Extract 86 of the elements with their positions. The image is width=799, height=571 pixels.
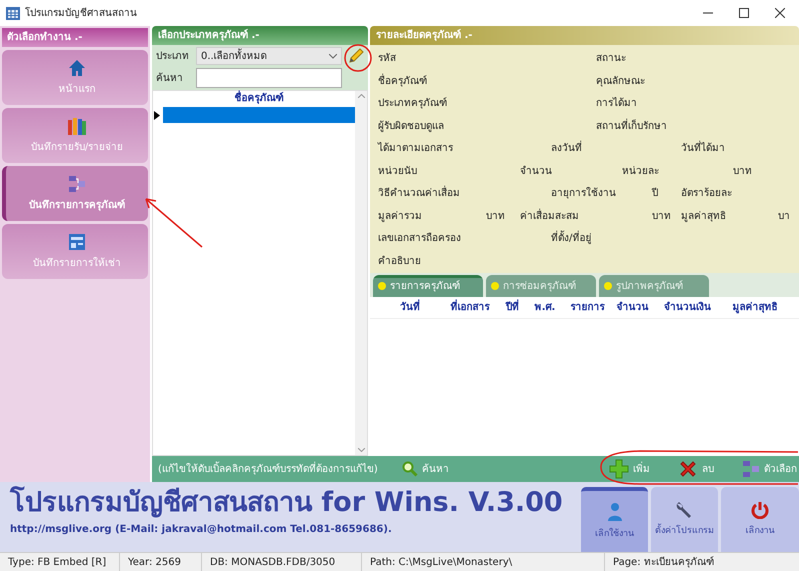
plus-icon <box>609 459 629 479</box>
tab[interactable]: รายการครุภัณฑ์ <box>373 275 483 297</box>
field-label: ลงวันที่ <box>551 141 582 156</box>
wrench-icon <box>676 500 694 519</box>
field-label: อายุการใช้งาน <box>551 186 616 201</box>
hint-text: (แก้ไขให้ดับเบิ้ลคลิกครุภัณฑ์บรรทัดที่ต้องการแก้ไข) <box>158 462 378 476</box>
field-label: สถานที่เก็บรักษา <box>596 118 667 134</box>
field-label: มูลค่ารวม <box>378 210 422 224</box>
field-label: คุณลักษณะ <box>596 74 645 88</box>
sidebar-item[interactable]: บันทึกรายการให้เช่า <box>2 224 148 279</box>
footer-button[interactable]: เลิกใช้งาน <box>581 487 648 552</box>
field-label: บา <box>778 210 790 224</box>
caret-icon <box>329 54 337 58</box>
column-header: จำนวน <box>616 300 650 315</box>
sidebar-title: ตัวเลือกทำงาน .- <box>2 28 148 47</box>
column-header: มูลค่าสุทธิ <box>732 300 778 315</box>
field-label: สถานะ <box>596 52 626 66</box>
status-text: Type: FB Embed [R] <box>0 553 120 571</box>
column-header: รายการ <box>570 301 606 315</box>
search-field[interactable] <box>196 68 342 88</box>
window-title: โปรแกรมบัญชีศาสนสถาน <box>25 6 137 20</box>
footer-button[interactable]: เลิกงาน <box>721 487 799 552</box>
field-label: ค้นหา <box>156 72 184 86</box>
sidebar-item[interactable]: บันทึกรายรับ/รายจ่าย <box>2 108 148 163</box>
field-label: ที่ตั้ง/ที่อยู่ <box>551 231 592 246</box>
field-label: หน่วยละ <box>622 164 659 178</box>
tab[interactable]: การซ่อมครุภัณฑ์ <box>486 275 596 297</box>
home-icon <box>68 58 86 76</box>
field-label: ได้มาตามเอกสาร <box>378 141 453 156</box>
x-mark-icon <box>678 459 698 479</box>
sidebar-item[interactable]: บันทึกรายการครุภัณฑ์ <box>2 166 148 221</box>
pencil-icon[interactable] <box>348 48 364 64</box>
type-dropdown[interactable]: 0..เลือกทั้งหมด <box>196 47 342 65</box>
maximize-icon[interactable] <box>739 8 749 18</box>
field-label: ค่าเสื่อมสะสม <box>520 208 579 224</box>
field-label: ผู้รับผิดชอบดูแล <box>378 120 444 134</box>
toolbar-button[interactable]: ลบ <box>678 459 714 479</box>
app-title: โปรแกรมบัญชีศาสนสถาน for Wins. V.3.00 <box>10 488 564 518</box>
field-label: อัตราร้อยละ <box>681 186 732 201</box>
toolbar-button[interactable]: ตัวเลือก <box>742 460 797 478</box>
footer-button[interactable]: ตั้งค่าโปรแกรม <box>651 487 718 552</box>
field-label: การได้มา <box>596 96 637 111</box>
search-button[interactable]: ค้นหา <box>402 461 449 477</box>
books-icon <box>67 116 87 134</box>
field-label: เลขเอกสารถือครอง <box>378 232 461 246</box>
newspaper-icon <box>68 232 86 250</box>
row-pointer-icon <box>154 110 160 120</box>
sidebar-item[interactable]: หน้าแรก <box>2 50 148 105</box>
field-label: บาท <box>652 210 671 224</box>
annotation-arrow <box>145 198 202 248</box>
panel-title: รายละเอียดครุภัณฑ์ .- <box>370 26 799 45</box>
column-header: ที่เอกสาร <box>440 300 500 315</box>
toolbar-button[interactable]: เพิ่ม <box>609 459 650 479</box>
field-label: ชื่อครุภัณฑ์ <box>378 74 427 88</box>
panel-title: เลือกประเภทครุภัณฑ์ .- <box>152 26 368 45</box>
status-text: Page: ทะเบียนครุภัณฑ์ <box>612 555 715 570</box>
flowchart-icon <box>68 174 86 192</box>
field-label: หน่วยนับ <box>378 164 417 178</box>
annotation-circle <box>344 44 372 72</box>
tab[interactable]: รูปภาพครุภัณฑ์ <box>599 275 709 297</box>
field-label: บาท <box>486 210 505 224</box>
status-text: DB: MONASDB.FDB/3050 <box>202 553 362 571</box>
field-label: ประเภทครุภัณฑ์ <box>378 96 447 111</box>
user-icon <box>606 502 622 522</box>
field-label: จำนวน <box>520 164 552 178</box>
field-label: บาท <box>733 164 752 178</box>
field-label: มูลค่าสุทธิ <box>681 210 726 224</box>
status-text: Year: 2569 <box>120 553 202 571</box>
column-header: ชื่อครุภัณฑ์ <box>163 91 355 107</box>
app-icon <box>6 6 20 20</box>
field-label: วันที่ได้มา <box>681 141 725 156</box>
field-label: รหัส <box>378 52 396 66</box>
field-label: ปี <box>652 186 658 201</box>
column-header: จำนวนเงิน <box>663 300 712 315</box>
status-text: Path: C:\MsgLive\Monastery\ <box>362 553 605 571</box>
column-header: ปีที่ <box>500 300 525 315</box>
flowchart-icon <box>742 460 760 478</box>
field-label: ประเภท <box>156 50 190 64</box>
field-label: วิธีคำนวณค่าเสื่อม <box>378 186 460 201</box>
close-icon[interactable] <box>775 8 785 18</box>
contact-text: http://msglive.org (E-Mail: jakraval@hotmail.com Tel.081-8659686). <box>10 522 393 537</box>
search-icon <box>402 461 418 477</box>
column-header: พ.ศ. <box>534 301 556 315</box>
field-label: คำอธิบาย <box>378 254 421 268</box>
power-icon <box>751 500 769 519</box>
column-header: วันที่ <box>380 300 440 315</box>
